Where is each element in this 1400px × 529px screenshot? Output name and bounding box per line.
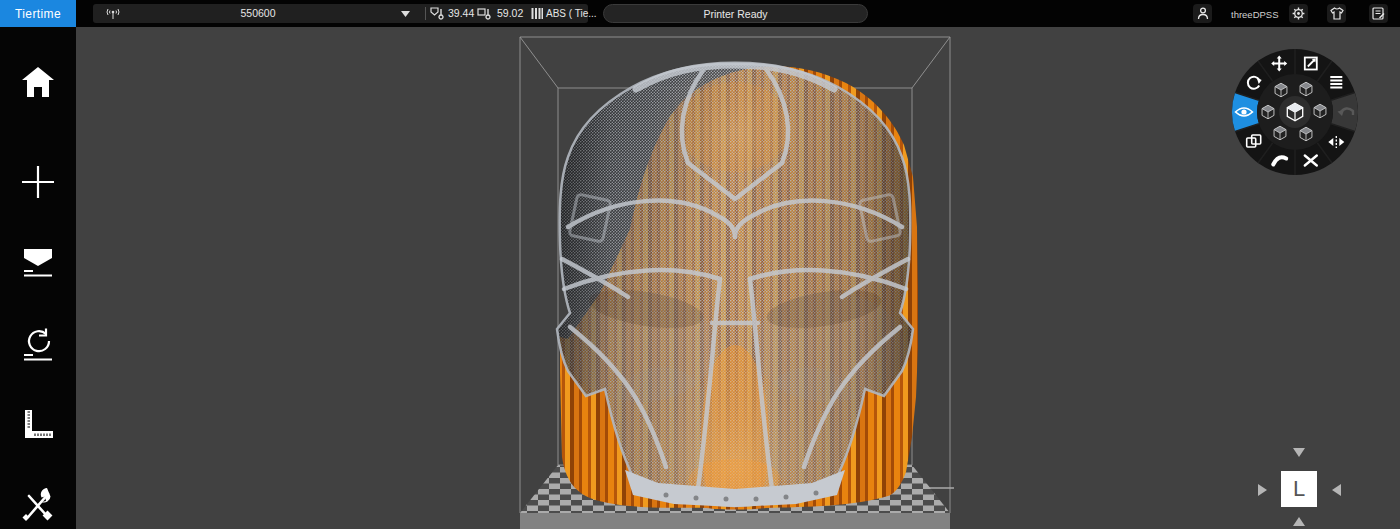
- printer-status: Printer Ready: [603, 4, 868, 23]
- sidebar-item-home[interactable]: [0, 54, 76, 110]
- tshirt-icon[interactable]: [1327, 4, 1346, 23]
- material-spool-icon: [531, 7, 543, 20]
- model-helmet[interactable]: [557, 60, 918, 529]
- nozzle-temp: 39.44: [448, 7, 474, 19]
- view-nav-label: L: [1293, 476, 1305, 501]
- view-nav[interactable]: L: [1258, 448, 1341, 526]
- sidebar-item-maintenance[interactable]: [0, 477, 76, 529]
- viewport-3d[interactable]: L: [76, 27, 1400, 529]
- view-nav-up-arrow[interactable]: [1293, 448, 1305, 457]
- nozzle-temp-icon: [430, 7, 445, 20]
- top-bar: Tiertime 550600 39.44 59.02 ABS ( Tie...…: [0, 0, 1400, 27]
- initialize-icon: [20, 327, 56, 363]
- sidebar-item-add[interactable]: [0, 154, 76, 210]
- settings-gear-icon[interactable]: [1289, 4, 1308, 23]
- cube-center-icon[interactable]: [1287, 103, 1302, 121]
- view-nav-left-arrow[interactable]: [1258, 484, 1267, 496]
- cube-view-icon: [1275, 83, 1287, 97]
- add-model-icon: [20, 164, 56, 200]
- radial-menu[interactable]: [1232, 49, 1358, 175]
- maintenance-icon: [20, 487, 56, 523]
- app-logo[interactable]: Tiertime: [0, 0, 76, 27]
- account-label[interactable]: threeDPSS: [1231, 9, 1279, 20]
- bed-temp: 59.02: [497, 7, 523, 19]
- view-nav-down-arrow[interactable]: [1293, 517, 1305, 526]
- printer-selector[interactable]: 550600 39.44 59.02 ABS ( Tie...: [93, 4, 588, 23]
- bed-temp-icon: [477, 7, 492, 20]
- home-icon: [21, 66, 55, 98]
- calibrate-icon: [20, 407, 56, 443]
- sidebar-item-print[interactable]: [0, 234, 76, 290]
- material-label: ABS ( Tie...: [546, 8, 597, 19]
- user-icon[interactable]: [1193, 4, 1212, 23]
- left-sidebar: [0, 27, 76, 529]
- sidebar-item-calibrate[interactable]: [0, 397, 76, 453]
- print-icon: [20, 244, 56, 280]
- sidebar-item-initialize[interactable]: [0, 317, 76, 373]
- feedback-doc-icon[interactable]: [1369, 4, 1388, 23]
- printer-id: 550600: [93, 7, 423, 19]
- view-nav-right-arrow[interactable]: [1332, 484, 1341, 496]
- dropdown-caret-icon[interactable]: [401, 11, 410, 17]
